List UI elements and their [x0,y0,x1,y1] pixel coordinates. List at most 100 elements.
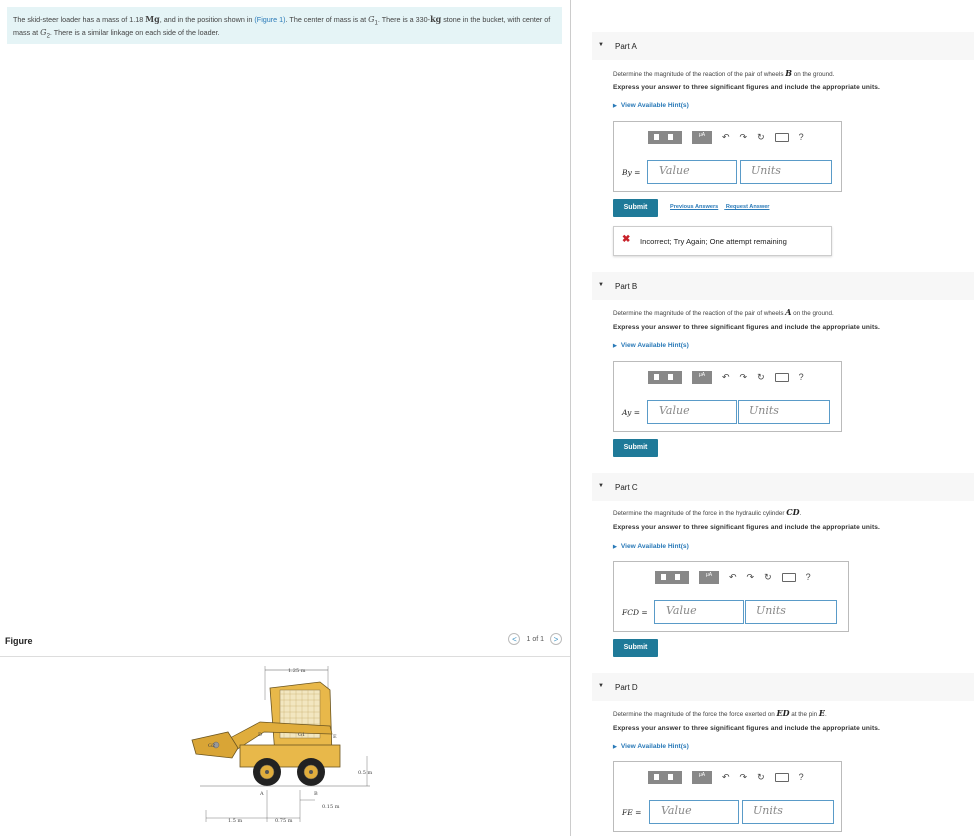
template-icon[interactable] [655,570,689,584]
units-input[interactable]: Units [742,800,834,824]
part-c-header[interactable]: ▼ Part C [592,473,974,501]
unit-mg: Mg [145,14,160,24]
question-text: Determine the magnitude of the reaction … [613,310,786,317]
question-text: . [825,711,827,718]
dim-0-15: 0.15 m [322,804,340,810]
reset-icon[interactable]: ↻ [757,772,765,783]
question-text: Determine the magnitude of the reaction … [613,71,786,78]
part-a-header[interactable]: ▼ Part A [592,32,974,60]
error-icon: ✖ [622,234,631,245]
hint-label: View Available Hint(s) [620,743,689,750]
problem-text: , and in the position shown in [159,15,255,24]
reset-icon[interactable]: ↻ [757,132,765,143]
problem-text: The skid-steer loader has a mass of 1.18 [13,15,146,24]
dim-0-75: 0.75 m [275,818,293,824]
dim-1-25: 1.25 m [288,668,306,674]
redo-icon[interactable]: ↷ [747,572,755,583]
submit-button[interactable]: Submit [613,439,658,457]
hint-label: View Available Hint(s) [620,102,689,109]
caret-right-icon: ▶ [613,744,617,750]
keyboard-icon[interactable] [774,132,789,142]
help-icon[interactable]: ? [799,372,804,382]
next-figure-button[interactable]: > [550,633,562,645]
undo-icon[interactable]: ↶ [722,772,730,783]
collapse-icon[interactable]: ▼ [598,483,604,489]
dim-0-5: 0.5 m [358,770,373,776]
question-var: ED [776,708,790,718]
units-icon[interactable]: μA [699,570,719,584]
problem-statement: The skid-steer loader has a mass of 1.18… [7,7,562,44]
undo-icon[interactable]: ↶ [722,132,730,143]
part-b-hint[interactable]: ▶ View Available Hint(s) [613,342,689,349]
help-icon[interactable]: ? [799,772,804,782]
value-input[interactable]: Value [649,800,739,824]
collapse-icon[interactable]: ▼ [598,282,604,288]
label-d: D [258,732,262,738]
units-icon[interactable]: μA [692,770,712,784]
question-text: at the pin [789,711,819,718]
part-c-hint[interactable]: ▶ View Available Hint(s) [613,543,689,550]
hint-label: View Available Hint(s) [620,543,689,550]
template-icon[interactable] [648,770,682,784]
reset-icon[interactable]: ↻ [764,572,772,583]
figure-title: Figure [5,636,33,646]
redo-icon[interactable]: ↷ [740,772,748,783]
keyboard-icon[interactable] [774,772,789,782]
redo-icon[interactable]: ↷ [740,372,748,383]
help-icon[interactable]: ? [806,572,811,582]
part-b-answer-box: μA ↶ ↷ ↻ ? Ay = Value Units [613,361,842,432]
part-label: Part B [615,282,638,291]
part-c-answer-box: μA ↶ ↷ ↻ ? FCD = Value Units [613,561,849,632]
units-input[interactable]: Units [738,400,830,424]
skid-steer-figure: 1.25 m G2 D E C G1 A B 0.5 [191,666,373,824]
hint-label: View Available Hint(s) [620,342,689,349]
wheel-a [253,758,281,786]
part-a-hint[interactable]: ▶ View Available Hint(s) [613,102,689,109]
value-input[interactable]: Value [647,400,737,424]
part-d-hint[interactable]: ▶ View Available Hint(s) [613,743,689,750]
undo-icon[interactable]: ↶ [729,572,737,583]
reset-icon[interactable]: ↻ [757,372,765,383]
part-a-question: Determine the magnitude of the reaction … [613,68,834,78]
math-toolbar: μA ↶ ↷ ↻ ? [648,129,804,145]
question-text: . [799,510,802,517]
part-c-instructions: Express your answer to three significant… [613,524,880,531]
submit-button[interactable]: Submit [613,639,658,657]
question-var: CD [786,507,800,517]
submit-button[interactable]: Submit [613,199,658,217]
template-icon[interactable] [648,370,682,384]
part-a-instructions: Express your answer to three significant… [613,84,880,91]
part-d-header[interactable]: ▼ Part D [592,673,974,701]
undo-icon[interactable]: ↶ [722,372,730,383]
math-toolbar: μA ↶ ↷ ↻ ? [655,569,811,585]
units-input[interactable]: Units [745,600,837,624]
previous-answers-link[interactable]: Previous Answers [670,204,718,210]
label-g2: G2 [208,743,215,749]
problem-text: . The center of mass is at [285,15,369,24]
part-label: Part A [615,42,637,51]
value-input[interactable]: Value [654,600,744,624]
help-icon[interactable]: ? [799,132,804,142]
prev-figure-button[interactable]: < [508,633,521,645]
keyboard-icon[interactable] [774,372,789,382]
collapse-icon[interactable]: ▼ [598,42,604,48]
feedback-box: ✖ Incorrect; Try Again; One attempt rema… [613,226,832,256]
units-icon[interactable]: μA [692,130,712,144]
template-icon[interactable] [648,130,682,144]
label-g1: G1 [298,732,305,738]
units-input[interactable]: Units [740,160,832,184]
caret-right-icon: ▶ [613,103,617,109]
collapse-icon[interactable]: ▼ [598,683,604,689]
value-input[interactable]: Value [647,160,737,184]
part-b-question: Determine the magnitude of the reaction … [613,307,834,317]
question-var: B [785,68,792,78]
figure-link[interactable]: (Figure 1) [254,15,285,24]
keyboard-icon[interactable] [781,572,796,582]
redo-icon[interactable]: ↷ [740,132,748,143]
part-b-header[interactable]: ▼ Part B [592,272,974,300]
figure-header: Figure < 1 of 1 > [0,630,570,657]
pager-label: 1 of 1 [526,635,544,643]
question-text: on the ground. [791,71,835,78]
units-icon[interactable]: μA [692,370,712,384]
request-answer-link[interactable]: Request Answer [726,204,770,210]
